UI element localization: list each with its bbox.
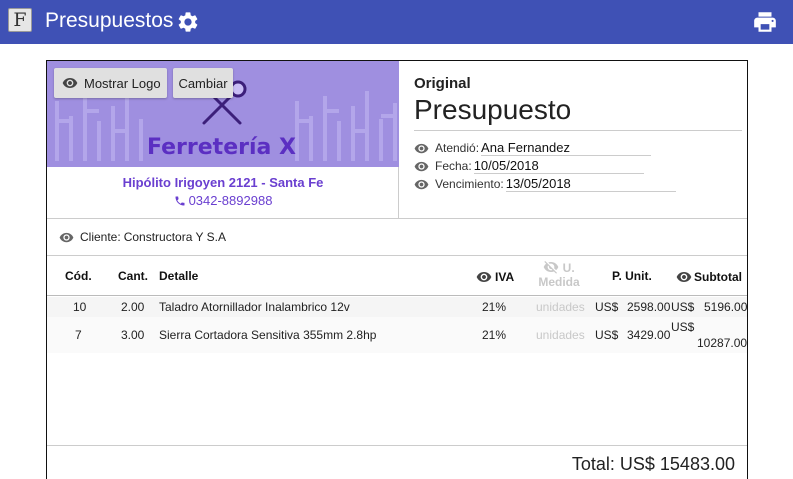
col-iva-header: IVA: [476, 269, 514, 285]
app-logo-icon: F: [8, 8, 32, 32]
col-qty-header: Cant.: [118, 269, 148, 283]
eye-icon[interactable]: [676, 269, 692, 285]
eye-icon[interactable]: [476, 269, 492, 285]
company-phone: 0342-8892988: [47, 193, 399, 208]
table-row[interactable]: 10 2.00 Taladro Atornillador Inalambrico…: [47, 297, 747, 317]
col-unit-header: U. Medida: [538, 259, 580, 289]
col-unit-label-1: U.: [562, 261, 575, 275]
row-code: 10: [73, 300, 87, 314]
client-label: Cliente:: [80, 230, 121, 244]
row-iva: 21%: [482, 328, 507, 342]
show-logo-button[interactable]: Mostrar Logo: [54, 68, 167, 98]
expiry-input[interactable]: 13/05/2018: [505, 176, 676, 192]
footer-divider: [47, 445, 747, 446]
row-price-currency: US$: [595, 328, 619, 342]
brand-name: Ferretería X: [147, 135, 296, 160]
row-unit: unidades: [536, 328, 585, 342]
row-subtotal: 10287.00: [697, 336, 748, 350]
eye-icon[interactable]: [59, 230, 74, 245]
date-field: Fecha: 10/05/2018: [414, 158, 644, 174]
row-unit: unidades: [536, 300, 585, 314]
document-header: Original Presupuesto Atendió: Ana Fernan…: [399, 61, 749, 218]
gear-icon[interactable]: [176, 10, 200, 34]
expiry-label: Vencimiento:: [435, 177, 504, 191]
row-code: 7: [75, 328, 82, 342]
col-unit-label-2: Medida: [538, 275, 580, 289]
printer-icon[interactable]: [752, 9, 778, 35]
eye-icon[interactable]: [414, 141, 429, 156]
phone-number: 0342-8892988: [188, 193, 273, 208]
col-subtotal-header: Subtotal: [676, 269, 742, 285]
table-row[interactable]: 7 3.00 Sierra Cortadora Sensitiva 355mm …: [47, 317, 747, 353]
col-unit-price-header: P. Unit.: [612, 269, 652, 283]
row-qty: 3.00: [121, 328, 145, 342]
table-header-divider: [47, 295, 747, 296]
col-code-header: Cód.: [65, 269, 92, 283]
row-detail: Sierra Cortadora Sensitiva 355mm 2.8hp: [159, 328, 377, 342]
date-label: Fecha:: [435, 159, 472, 173]
budget-document: Ferretería X Mostrar Logo Cambiar Hipóli…: [46, 60, 748, 479]
app-title: Presupuestos: [45, 9, 174, 32]
eye-icon: [62, 78, 78, 88]
phone-icon: [175, 196, 185, 206]
row-unit-price: 3429.00: [627, 328, 671, 342]
eye-icon[interactable]: [414, 177, 429, 192]
app-bar: F Presupuestos: [0, 0, 793, 44]
expiry-field: Vencimiento: 13/05/2018: [414, 176, 676, 192]
attended-field: Atendió: Ana Fernandez: [414, 140, 652, 156]
row-detail: Taladro Atornillador Inalambrico 12v: [159, 300, 350, 314]
document-title: Presupuesto: [414, 94, 572, 125]
total-amount: Total: US$ 15483.00: [571, 454, 735, 474]
attended-label: Atendió:: [435, 141, 480, 155]
attended-input[interactable]: Ana Fernandez: [481, 140, 652, 156]
date-input[interactable]: 10/05/2018: [473, 158, 644, 174]
row-unit-price: 2598.00: [627, 300, 671, 314]
col-iva-label: IVA: [495, 270, 515, 284]
row-subtotal: 5196.00: [704, 300, 748, 314]
col-subtotal-label: Subtotal: [694, 270, 742, 284]
eye-off-icon[interactable]: [543, 259, 559, 275]
copy-type: Original: [414, 75, 471, 92]
row-iva: 21%: [482, 300, 507, 314]
row-subtotal-currency: US$: [671, 300, 695, 314]
company-address: Hipólito Irigoyen 2121 - Santa Fe: [122, 175, 324, 190]
eye-icon[interactable]: [414, 159, 429, 174]
row-price-currency: US$: [595, 300, 619, 314]
col-detail-header: Detalle: [159, 269, 199, 283]
row-subtotal-currency: US$: [671, 320, 695, 334]
show-logo-label: Mostrar Logo: [84, 75, 161, 91]
client-row: Cliente: Constructora Y S.A: [47, 218, 747, 256]
title-divider: [414, 130, 742, 131]
change-logo-button[interactable]: Cambiar: [173, 68, 233, 98]
row-qty: 2.00: [121, 300, 145, 314]
client-value[interactable]: Constructora Y S.A: [124, 230, 226, 244]
company-area: Ferretería X Mostrar Logo Cambiar Hipóli…: [47, 61, 399, 218]
